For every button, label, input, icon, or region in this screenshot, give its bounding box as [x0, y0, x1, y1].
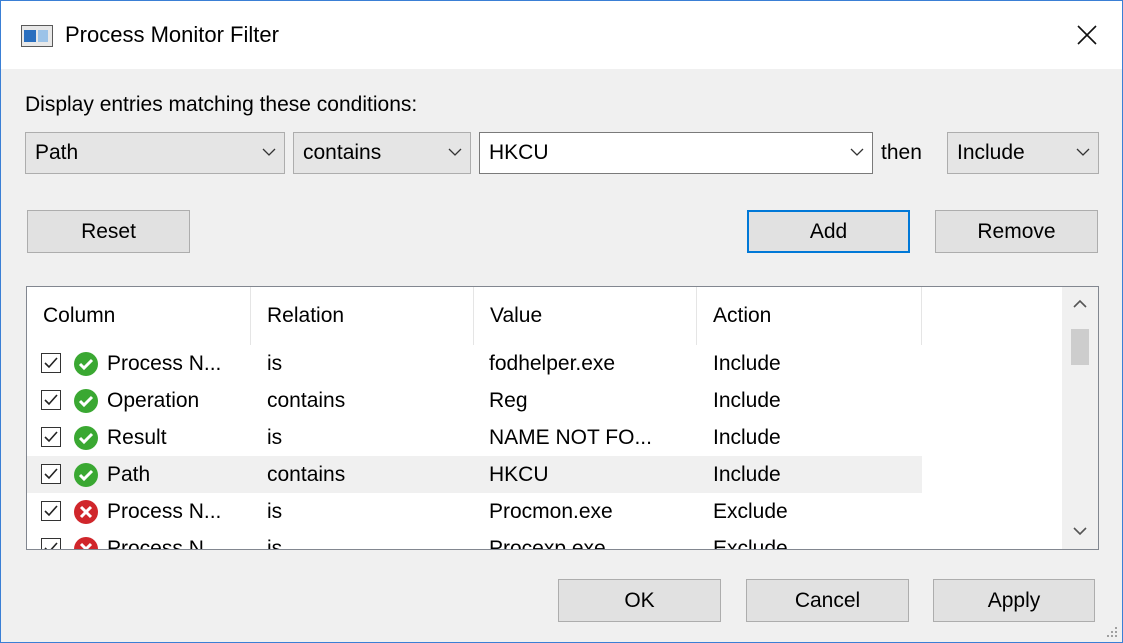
cell-column: Process N...	[107, 352, 222, 375]
checkmark-icon	[44, 468, 58, 480]
vertical-scrollbar[interactable]	[1062, 287, 1098, 549]
checkmark-icon	[44, 357, 58, 369]
cell-relation: is	[267, 426, 283, 449]
cell-action: Exclude	[713, 500, 788, 523]
cell-action: Include	[713, 426, 781, 449]
cell-value: Procexp.exe	[489, 537, 606, 550]
chevron-down-icon	[1076, 148, 1090, 156]
column-header-relation[interactable]: Relation	[251, 287, 474, 345]
cell-value: Reg	[489, 389, 528, 412]
ok-button[interactable]: OK	[558, 579, 721, 622]
filter-list[interactable]: Column Relation Value Action Process N..…	[26, 286, 1099, 550]
row-checkbox[interactable]	[41, 501, 61, 521]
cell-column: Path	[107, 463, 151, 486]
cell-relation: contains	[267, 463, 346, 486]
column-header-column[interactable]: Column	[27, 287, 251, 345]
checkmark-icon	[44, 394, 58, 406]
cell-value: Procmon.exe	[489, 500, 613, 523]
table-row[interactable]: Result is NAME NOT FO... Include	[27, 419, 922, 456]
cell-action: Include	[713, 463, 781, 486]
relation-select[interactable]: contains	[293, 132, 471, 174]
scroll-down-button[interactable]	[1062, 513, 1098, 549]
chevron-down-icon	[1073, 527, 1087, 536]
cell-column: Result	[107, 426, 167, 449]
cell-relation: contains	[267, 389, 346, 412]
checkmark-icon	[44, 542, 58, 549]
filter-dialog: Process Monitor Filter Display entries m…	[0, 0, 1123, 643]
cell-value: fodhelper.exe	[489, 352, 616, 375]
column-header-value[interactable]: Value	[474, 287, 697, 345]
green-check-icon	[74, 463, 98, 487]
cell-relation: is	[267, 500, 283, 523]
row-checkbox[interactable]	[41, 538, 61, 549]
app-icon	[21, 25, 53, 47]
table-row[interactable]: Process N... is Procexp.exe Exclude	[27, 530, 922, 550]
action-select[interactable]: Include	[947, 132, 1099, 174]
apply-button[interactable]: Apply	[933, 579, 1095, 622]
relation-select-value: contains	[303, 141, 382, 164]
conditions-label: Display entries matching these condition…	[25, 93, 418, 116]
resize-grip-icon[interactable]	[1102, 622, 1118, 638]
table-row[interactable]: Path contains HKCU Include	[27, 456, 922, 493]
cell-column: Process N...	[107, 500, 222, 523]
table-row[interactable]: Operation contains Reg Include	[27, 382, 922, 419]
cell-value: NAME NOT FO...	[489, 426, 652, 449]
column-select-value: Path	[35, 141, 79, 164]
action-select-value: Include	[957, 141, 1025, 164]
scroll-thumb[interactable]	[1071, 329, 1089, 365]
cell-column: Process N...	[107, 537, 222, 550]
window-title: Process Monitor Filter	[65, 22, 279, 47]
close-icon	[1077, 25, 1097, 45]
green-check-icon	[74, 352, 98, 376]
column-header-action[interactable]: Action	[697, 287, 922, 345]
cell-action: Exclude	[713, 537, 788, 550]
row-checkbox[interactable]	[41, 390, 61, 410]
red-x-icon	[74, 500, 98, 524]
title-bar: Process Monitor Filter	[1, 1, 1122, 69]
cell-column: Operation	[107, 389, 200, 412]
chevron-down-icon	[850, 148, 864, 156]
green-check-icon	[74, 426, 98, 450]
column-select[interactable]: Path	[25, 132, 285, 174]
row-checkbox[interactable]	[41, 464, 61, 484]
cell-value: HKCU	[489, 463, 549, 486]
chevron-down-icon	[448, 148, 462, 156]
cell-relation: is	[267, 537, 283, 550]
cancel-button[interactable]: Cancel	[746, 579, 909, 622]
reset-button[interactable]: Reset	[27, 210, 190, 253]
add-button[interactable]: Add	[747, 210, 910, 253]
remove-button[interactable]: Remove	[935, 210, 1098, 253]
cell-action: Include	[713, 352, 781, 375]
scroll-up-button[interactable]	[1062, 287, 1098, 323]
table-row[interactable]: Process N... is fodhelper.exe Include	[27, 345, 922, 382]
list-header: Column Relation Value Action	[27, 287, 1062, 345]
red-x-icon	[74, 537, 98, 549]
row-checkbox[interactable]	[41, 353, 61, 373]
value-input[interactable]: HKCU	[479, 132, 873, 174]
table-row[interactable]: Process N... is Procmon.exe Exclude	[27, 493, 922, 530]
checkmark-icon	[44, 505, 58, 517]
green-check-icon	[74, 389, 98, 413]
chevron-down-icon	[262, 148, 276, 156]
cell-action: Include	[713, 389, 781, 412]
checkmark-icon	[44, 431, 58, 443]
row-checkbox[interactable]	[41, 427, 61, 447]
cell-relation: is	[267, 352, 283, 375]
then-label: then	[881, 141, 922, 164]
close-button[interactable]	[1052, 1, 1122, 69]
chevron-up-icon	[1073, 299, 1087, 308]
value-input-text: HKCU	[489, 141, 549, 164]
